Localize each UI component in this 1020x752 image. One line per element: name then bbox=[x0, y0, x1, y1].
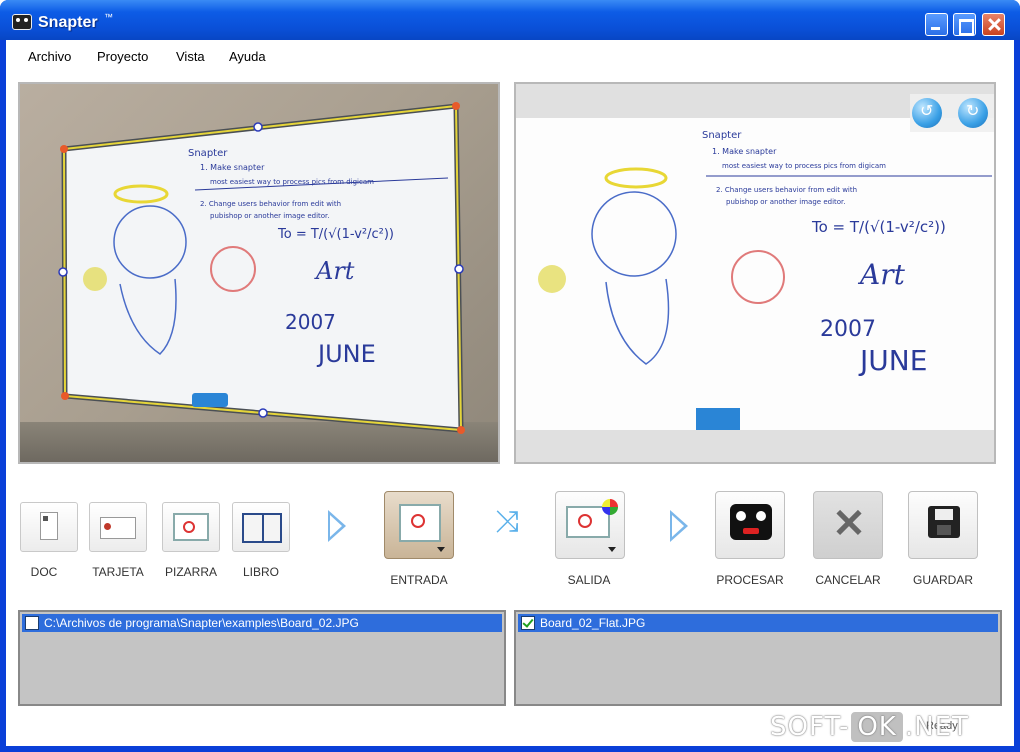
corner-handle[interactable] bbox=[457, 426, 465, 434]
dropdown-arrow-icon[interactable] bbox=[437, 547, 445, 552]
corner-handle[interactable] bbox=[452, 102, 460, 110]
pizarra-button[interactable] bbox=[162, 502, 220, 552]
maximize-button[interactable] bbox=[953, 13, 976, 36]
arrow-right-icon bbox=[328, 510, 346, 542]
input-file-list[interactable]: C:\Archivos de programa\Snapter\examples… bbox=[18, 610, 506, 706]
watermark-ok: OK bbox=[849, 710, 905, 744]
out-board-title: Snapter bbox=[702, 130, 742, 141]
rotate-right-icon[interactable]: ↻ bbox=[958, 98, 988, 128]
dropdown-arrow-icon[interactable] bbox=[608, 547, 616, 552]
input-file-path: C:\Archivos de programa\Snapter\examples… bbox=[44, 616, 359, 630]
card-icon bbox=[100, 517, 136, 539]
entrada-label: ENTRADA bbox=[390, 573, 448, 587]
board-line1b: most easiest way to process pics from di… bbox=[210, 178, 374, 186]
board-line2b: pubishop or another image editor. bbox=[210, 212, 330, 220]
snapter-app-icon[interactable] bbox=[12, 14, 32, 30]
rotate-left-icon[interactable]: ↺ bbox=[912, 98, 942, 128]
eraser-icon bbox=[192, 393, 228, 407]
swap-icon[interactable]: ⤨ bbox=[484, 505, 528, 539]
minimize-button[interactable] bbox=[925, 13, 948, 36]
board-year: 2007 bbox=[285, 310, 336, 334]
close-button[interactable] bbox=[982, 13, 1005, 36]
app-window: Snapter ™ Archivo Proyecto Vista Ayuda S… bbox=[0, 0, 1020, 752]
out-board-line2a: 2. Change users behavior from edit with bbox=[716, 186, 857, 194]
out-board-line2b: pubishop or another image editor. bbox=[726, 198, 846, 206]
board-formula: To = T/(√(1-v²/c²)) bbox=[277, 227, 394, 242]
menu-bar: Archivo Proyecto Vista Ayuda bbox=[6, 40, 1014, 74]
output-image-panel[interactable]: Snapter 1. Make snapter most easiest way… bbox=[514, 82, 996, 464]
tarjeta-button[interactable] bbox=[89, 502, 147, 552]
output-file-path: Board_02_Flat.JPG bbox=[540, 616, 646, 630]
board-line2a: 2. Change users behavior from edit with bbox=[200, 200, 341, 208]
trademark-icon: ™ bbox=[104, 12, 113, 22]
floppy-disk-icon bbox=[928, 506, 960, 538]
out-board-signature: Art bbox=[857, 258, 906, 291]
input-file-checkbox[interactable] bbox=[25, 616, 39, 630]
edge-handle[interactable] bbox=[253, 122, 263, 132]
watermark-suffix: .NET bbox=[904, 712, 969, 742]
input-file-row[interactable]: C:\Archivos de programa\Snapter\examples… bbox=[22, 614, 502, 632]
procesar-label: PROCESAR bbox=[716, 573, 784, 587]
book-icon bbox=[242, 513, 282, 543]
edge-handle[interactable] bbox=[58, 267, 68, 277]
procesar-button[interactable] bbox=[715, 491, 785, 559]
menu-archivo[interactable]: Archivo bbox=[28, 49, 71, 64]
output-whiteboard-svg: Snapter 1. Make snapter most easiest way… bbox=[516, 118, 994, 430]
board-title: Snapter bbox=[188, 148, 228, 159]
corner-handle[interactable] bbox=[61, 392, 69, 400]
input-image-panel[interactable]: Snapter 1. Make snapter most easiest way… bbox=[18, 82, 500, 464]
edge-handle[interactable] bbox=[258, 408, 268, 418]
board-month: JUNE bbox=[316, 340, 376, 368]
cancel-x-icon: ✕ bbox=[832, 502, 866, 546]
cancelar-button[interactable]: ✕ bbox=[813, 491, 883, 559]
salida-button[interactable] bbox=[555, 491, 625, 559]
edge-handle[interactable] bbox=[454, 264, 464, 274]
out-board-line1a: 1. Make snapter bbox=[712, 147, 777, 156]
corner-handle[interactable] bbox=[60, 145, 68, 153]
input-whiteboard-svg[interactable]: Snapter 1. Make snapter most easiest way… bbox=[20, 84, 498, 462]
menu-ayuda[interactable]: Ayuda bbox=[229, 49, 266, 64]
menu-vista[interactable]: Vista bbox=[176, 49, 205, 64]
output-file-checkbox[interactable] bbox=[521, 616, 535, 630]
libro-label: LIBRO bbox=[242, 565, 279, 579]
out-board-year: 2007 bbox=[820, 317, 876, 342]
guardar-label: GUARDAR bbox=[912, 573, 973, 587]
watermark: SOFT- OK .NET bbox=[770, 710, 969, 744]
snapter-robot-icon bbox=[730, 504, 772, 540]
out-board-formula: To = T/(√(1-v²/c²)) bbox=[811, 218, 946, 236]
entrada-button[interactable] bbox=[384, 491, 454, 559]
title-bar[interactable]: Snapter ™ bbox=[0, 0, 1020, 40]
document-icon bbox=[40, 512, 58, 540]
watermark-prefix: SOFT- bbox=[770, 712, 850, 742]
output-file-list[interactable]: Board_02_Flat.JPG bbox=[514, 610, 1002, 706]
board-line1a: 1. Make snapter bbox=[200, 163, 265, 172]
doc-button[interactable] bbox=[20, 502, 78, 552]
board-signature: Art bbox=[314, 257, 355, 285]
out-board-line1b: most easiest way to process pics from di… bbox=[722, 162, 886, 170]
input-whiteboard-icon bbox=[399, 504, 441, 542]
output-file-row[interactable]: Board_02_Flat.JPG bbox=[518, 614, 998, 632]
menu-proyecto[interactable]: Proyecto bbox=[97, 49, 148, 64]
cancelar-label: CANCELAR bbox=[815, 573, 881, 587]
arrow-right-icon bbox=[670, 510, 688, 542]
color-wheel-icon bbox=[602, 499, 618, 515]
libro-button[interactable] bbox=[232, 502, 290, 552]
guardar-button[interactable] bbox=[908, 491, 978, 559]
out-board-month: JUNE bbox=[858, 344, 927, 377]
whiteboard-icon bbox=[173, 513, 209, 541]
salida-label: SALIDA bbox=[567, 573, 611, 587]
client-area: Archivo Proyecto Vista Ayuda Snapter 1. … bbox=[6, 40, 1014, 746]
window-title: Snapter bbox=[38, 14, 98, 31]
